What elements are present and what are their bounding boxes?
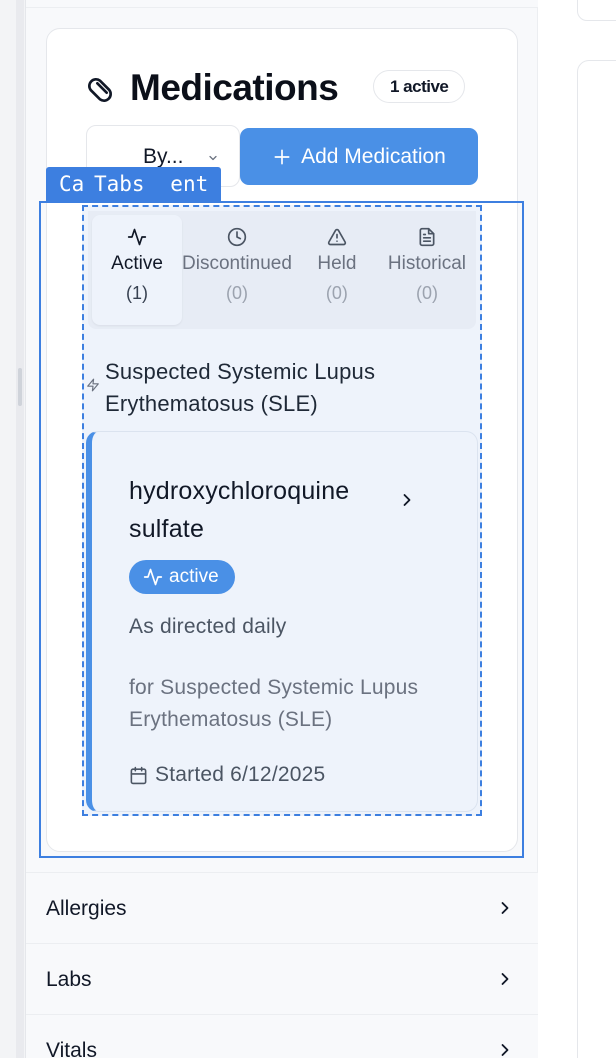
right-column-card	[577, 60, 616, 1058]
sidebar-edge	[16, 0, 24, 1058]
chevron-down-icon	[207, 151, 219, 163]
tab-label: Discontinued	[182, 253, 292, 274]
page-title: Medications	[130, 67, 339, 108]
tab-count: (1)	[126, 283, 149, 303]
start-date-text: Started 6/12/2025	[155, 763, 326, 786]
add-medication-button[interactable]: Add Medication	[240, 128, 478, 185]
active-count-badge: 1 active	[373, 70, 466, 103]
tab-active[interactable]: Active (1)	[92, 215, 183, 325]
dev-component-label: Ca ent Tabs	[46, 167, 222, 201]
tab-label: Held	[317, 253, 357, 274]
warning-triangle-icon	[327, 227, 347, 247]
section-label: Labs	[46, 968, 92, 991]
medication-status-tabs: Active (1) Discontinued (0) Held (0) His…	[88, 211, 476, 329]
tab-discontinued[interactable]: Discontinued (0)	[182, 215, 292, 325]
section-label: Vitals	[46, 1039, 97, 1058]
add-medication-label: Add Medication	[301, 144, 446, 168]
tab-count: (0)	[415, 283, 438, 303]
medication-indication: for Suspected Systemic Lupus Erythematos…	[129, 676, 419, 731]
chevron-right-icon	[495, 896, 515, 920]
right-column-card-top	[577, 0, 616, 21]
medications-header: Medications	[86, 66, 339, 110]
left-sidebar-strip	[0, 0, 26, 1058]
activity-icon	[127, 227, 147, 247]
panel-top-divider	[26, 0, 538, 8]
medication-name[interactable]: hydroxychloroquine sulfate	[129, 472, 389, 548]
status-badge: active	[129, 560, 235, 594]
collapsible-sections: Allergies Labs Vitals	[26, 872, 538, 1058]
tab-count: (0)	[325, 283, 348, 303]
tab-label: Historical	[387, 253, 467, 274]
bolt-icon	[86, 378, 100, 392]
medication-dose: As directed daily	[129, 615, 287, 638]
clock-icon	[227, 227, 247, 247]
medication-start-date: Started 6/12/2025	[129, 763, 325, 787]
plus-icon	[272, 147, 292, 167]
section-label: Allergies	[46, 897, 127, 920]
chevron-right-icon[interactable]	[397, 488, 417, 512]
chevron-right-icon	[495, 1038, 515, 1058]
section-labs[interactable]: Labs	[26, 943, 538, 1014]
status-label: active	[169, 566, 219, 587]
dev-label-tail: ent	[170, 172, 209, 196]
section-vitals[interactable]: Vitals	[26, 1014, 538, 1058]
diagnosis-group-header: Suspected Systemic Lupus Erythematosus (…	[86, 356, 476, 420]
tab-held[interactable]: Held (0)	[292, 215, 382, 325]
calendar-icon	[129, 766, 148, 785]
tab-label: Active	[111, 253, 163, 274]
activity-icon	[143, 567, 163, 587]
tab-count: (0)	[225, 283, 248, 303]
chevron-right-icon	[495, 967, 515, 991]
document-icon	[417, 227, 437, 247]
resize-handle[interactable]	[18, 368, 22, 406]
section-allergies[interactable]: Allergies	[26, 872, 538, 943]
pill-icon	[86, 72, 118, 104]
sort-select-value: By...	[143, 145, 184, 168]
dev-label-back: Ca	[59, 172, 85, 196]
dev-label-front: Tabs	[94, 167, 145, 201]
tab-historical[interactable]: Historical (0)	[382, 215, 472, 325]
diagnosis-label: Suspected Systemic Lupus Erythematosus (…	[105, 359, 376, 416]
